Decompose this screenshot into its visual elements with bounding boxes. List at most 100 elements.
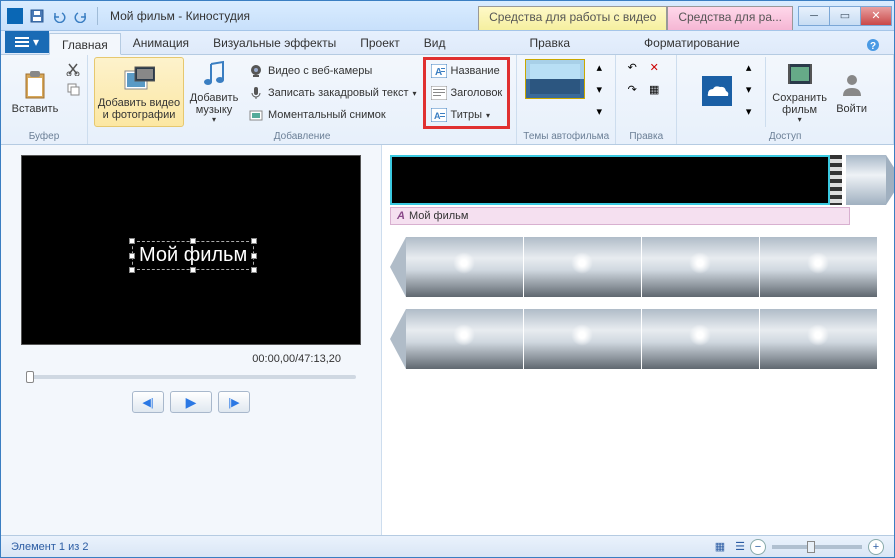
- snapshot-label: Моментальный снимок: [268, 109, 386, 121]
- tab-animation[interactable]: Анимация: [121, 32, 201, 54]
- title-track: A Мой фильм: [390, 155, 886, 225]
- group-label-themes: Темы автофильма: [523, 131, 609, 144]
- workspace: Мой фильм 00:00,00/47:13,20 ◀| ▶ |▶: [1, 145, 894, 535]
- title-overlay[interactable]: Мой фильм: [132, 241, 254, 270]
- zoom-controls: − +: [750, 539, 884, 555]
- window-controls: ─ ▭ ✕: [799, 6, 892, 26]
- tab-edit[interactable]: Правка: [518, 32, 583, 54]
- title-clip[interactable]: [390, 155, 830, 205]
- titlebar: Мой фильм - Киностудия Средства для рабо…: [1, 1, 894, 31]
- theme-preview[interactable]: [525, 59, 585, 99]
- play-button[interactable]: ▶: [170, 391, 212, 413]
- zoom-slider-thumb[interactable]: [807, 541, 815, 553]
- video-strip-2[interactable]: [390, 309, 886, 369]
- tab-project[interactable]: Проект: [348, 32, 412, 54]
- group-label-access: Доступ: [769, 131, 802, 144]
- webcam-icon: [248, 63, 264, 79]
- title-clip-label[interactable]: A Мой фильм: [390, 207, 850, 225]
- share-down[interactable]: ▾: [739, 79, 759, 99]
- text-a-icon: A: [397, 210, 405, 222]
- share-up[interactable]: ▴: [739, 57, 759, 77]
- signin-button[interactable]: Войти: [830, 57, 874, 127]
- zoom-out-button[interactable]: −: [750, 539, 766, 555]
- voiceover-button[interactable]: Записать закадровый текст ▾: [244, 83, 421, 103]
- caption-button[interactable]: Заголовок: [427, 83, 507, 103]
- webcam-button[interactable]: Видео с веб-камеры: [244, 61, 421, 81]
- select-all-icon[interactable]: ▦: [644, 79, 664, 99]
- tab-effects[interactable]: Визуальные эффекты: [201, 32, 348, 54]
- save-icon[interactable]: [27, 6, 47, 26]
- credits-label: Титры: [451, 109, 482, 121]
- prev-frame-button[interactable]: ◀|: [132, 391, 164, 413]
- maximize-button[interactable]: ▭: [829, 6, 861, 26]
- timeline-pane: A Мой фильм: [381, 145, 894, 535]
- add-music-button[interactable]: Добавить музыку ▾: [186, 57, 242, 127]
- paste-label: Вставить: [12, 103, 59, 115]
- preview-pane: Мой фильм 00:00,00/47:13,20 ◀| ▶ |▶: [1, 145, 381, 535]
- title-overlay-text: Мой фильм: [139, 244, 247, 266]
- cut-icon[interactable]: [65, 61, 81, 77]
- credits-button[interactable]: A Титры ▾: [427, 105, 507, 125]
- theme-more[interactable]: ▾: [589, 101, 609, 121]
- delete-icon[interactable]: ✕: [644, 57, 664, 77]
- theme-down[interactable]: ▾: [589, 79, 609, 99]
- preview-video[interactable]: Мой фильм: [21, 155, 361, 345]
- copy-icon[interactable]: [65, 81, 81, 97]
- group-themes: ▴ ▾ ▾ Темы автофильма: [517, 55, 616, 144]
- rotate-left-icon[interactable]: ↶: [622, 57, 642, 77]
- media-icon: [123, 63, 155, 95]
- theme-up[interactable]: ▴: [589, 57, 609, 77]
- playback-controls: ◀| ▶ |▶: [132, 391, 250, 413]
- undo-icon[interactable]: [49, 6, 69, 26]
- share-more[interactable]: ▾: [739, 101, 759, 121]
- view-details-icon[interactable]: ☰: [730, 537, 750, 557]
- help-icon[interactable]: ?: [860, 36, 886, 54]
- rotate-right-icon[interactable]: ↷: [622, 79, 642, 99]
- view-thumbnails-icon[interactable]: ▦: [710, 537, 730, 557]
- voiceover-label: Записать закадровый текст: [268, 87, 409, 99]
- user-icon: [836, 69, 868, 101]
- music-icon: [198, 59, 230, 90]
- quick-access-toolbar: [27, 6, 102, 26]
- contextual-tab-video[interactable]: Средства для работы с видео: [478, 6, 667, 30]
- video-strip-1[interactable]: [390, 237, 886, 297]
- next-frame-button[interactable]: |▶: [218, 391, 250, 413]
- title-button[interactable]: A Название: [427, 61, 507, 81]
- film-sprocket: [830, 155, 842, 205]
- paste-button[interactable]: Вставить: [7, 57, 63, 127]
- add-media-label: Добавить видео и фотографии: [97, 97, 181, 121]
- add-music-label: Добавить музыку: [188, 92, 240, 116]
- redo-icon[interactable]: [71, 6, 91, 26]
- tab-home[interactable]: Главная: [49, 33, 121, 55]
- title-icon: A: [431, 63, 447, 79]
- snapshot-button[interactable]: Моментальный снимок: [244, 105, 421, 125]
- mic-icon: [248, 85, 264, 101]
- group-label-clipboard: Буфер: [29, 131, 60, 144]
- clipboard-icon: [19, 69, 51, 101]
- tab-format[interactable]: Форматирование: [632, 32, 752, 54]
- zoom-in-button[interactable]: +: [868, 539, 884, 555]
- svg-text:?: ?: [870, 41, 876, 52]
- film-reel-icon: [784, 59, 816, 90]
- group-label-add: Добавление: [274, 131, 331, 144]
- minimize-button[interactable]: ─: [798, 6, 830, 26]
- contextual-tab-text[interactable]: Средства для ра...: [667, 6, 793, 30]
- text-buttons-highlighted: A Название Заголовок A Титры ▾: [423, 57, 511, 129]
- video-clip-thumb[interactable]: [846, 155, 886, 205]
- tab-view[interactable]: Вид: [412, 32, 458, 54]
- svg-text:A: A: [434, 111, 441, 121]
- group-access: ▴ ▾ ▾ Сохранить фильм ▾ Войти Доступ: [677, 55, 894, 144]
- close-button[interactable]: ✕: [860, 6, 892, 26]
- snapshot-icon: [248, 107, 264, 123]
- seek-thumb[interactable]: [26, 371, 34, 383]
- app-icon: [7, 8, 23, 24]
- video-track-2: [390, 309, 886, 369]
- zoom-slider[interactable]: [772, 545, 862, 549]
- file-menu[interactable]: ▾: [5, 31, 49, 53]
- add-media-button[interactable]: Добавить видео и фотографии: [94, 57, 184, 127]
- seek-bar[interactable]: [26, 375, 356, 379]
- save-movie-button[interactable]: Сохранить фильм ▾: [772, 57, 828, 127]
- onedrive-button[interactable]: [697, 57, 737, 127]
- status-text: Элемент 1 из 2: [11, 541, 88, 553]
- window-title: Мой фильм - Киностудия: [110, 9, 250, 23]
